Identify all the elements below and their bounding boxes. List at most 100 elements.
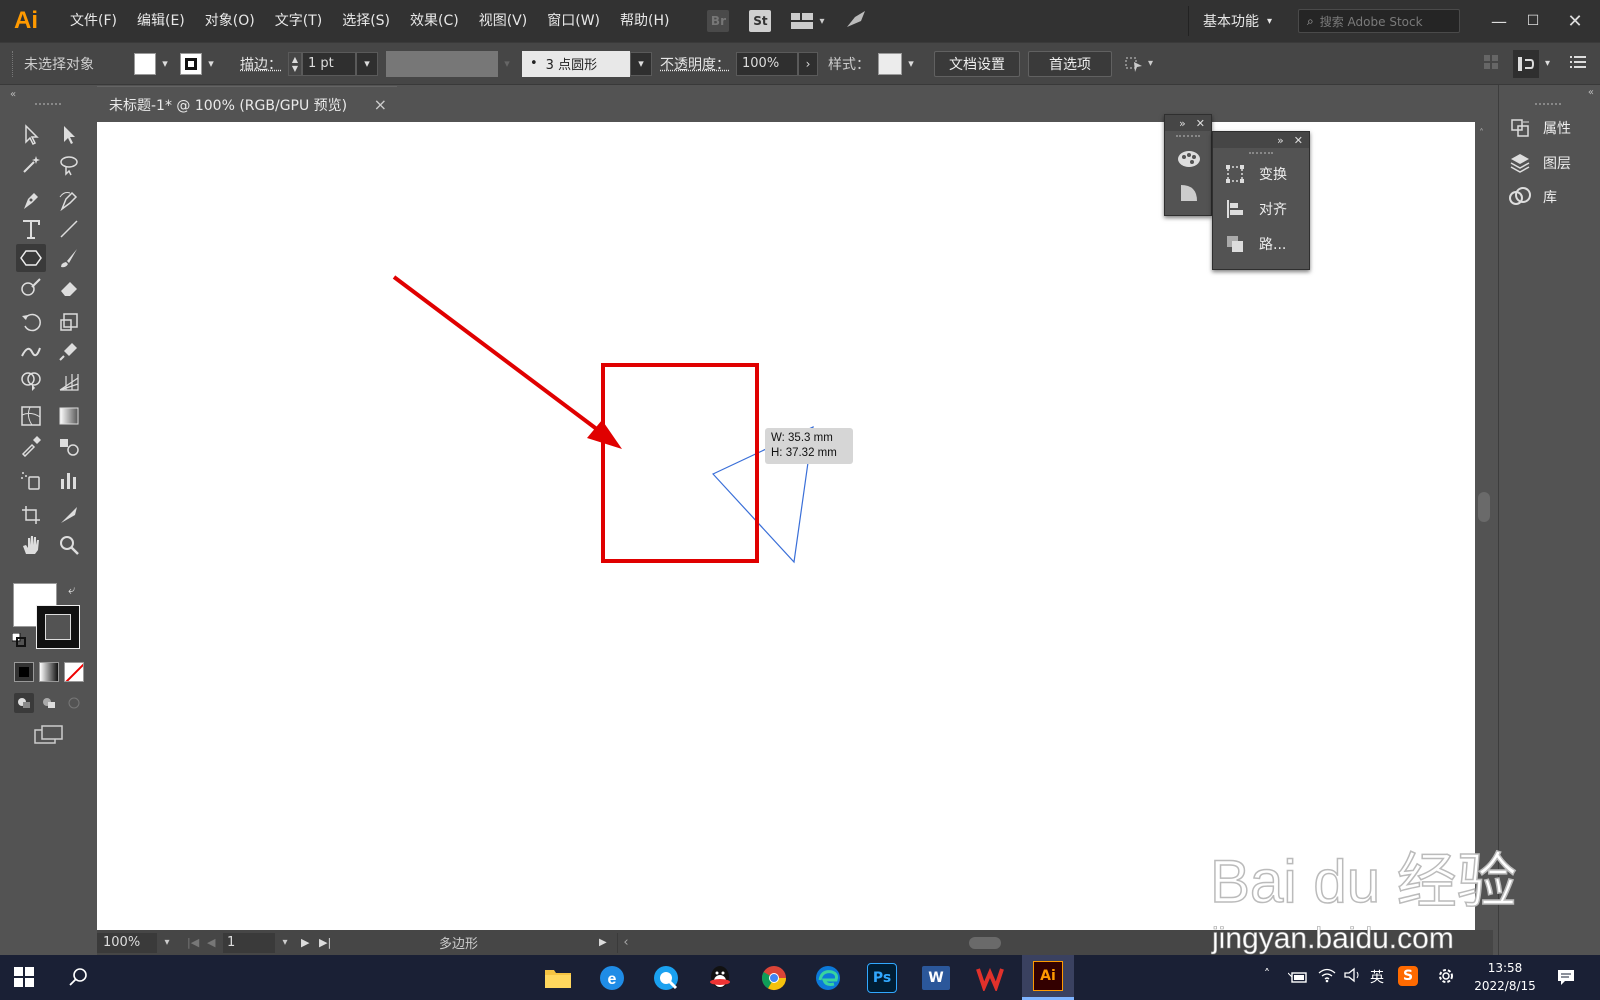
- photoshop-icon[interactable]: Ps: [867, 963, 897, 993]
- profile-dropdown[interactable]: ▾: [498, 52, 516, 76]
- eraser-tool-icon[interactable]: [54, 274, 84, 302]
- graphic-style-swatch[interactable]: [878, 52, 902, 75]
- qq-icon[interactable]: [702, 960, 738, 996]
- grip-handle[interactable]: [12, 50, 14, 77]
- scroll-left-icon[interactable]: ‹: [618, 935, 634, 950]
- properties-panel-button[interactable]: 属性: [1507, 117, 1571, 139]
- current-tool-status[interactable]: 多边形: [439, 933, 599, 952]
- menu-help[interactable]: 帮助(H): [610, 0, 679, 42]
- polygon-tool-icon[interactable]: [16, 244, 46, 272]
- ie-browser-icon[interactable]: e: [594, 960, 630, 996]
- default-fill-stroke-icon[interactable]: [11, 632, 26, 651]
- search-icon[interactable]: [68, 967, 88, 991]
- workspace-switcher[interactable]: 基本功能 ▾: [1203, 11, 1272, 31]
- expand-icon[interactable]: »: [1277, 134, 1284, 147]
- menu-window[interactable]: 窗口(W): [537, 0, 610, 42]
- stock-icon[interactable]: St: [749, 10, 772, 32]
- close-tab-icon[interactable]: ×: [374, 95, 387, 114]
- last-artboard-icon[interactable]: ▶|: [319, 936, 339, 949]
- panel-toggle-dropdown[interactable]: ▾: [1545, 58, 1550, 69]
- lasso-tool-icon[interactable]: [54, 151, 84, 179]
- rotate-tool-icon[interactable]: [16, 308, 46, 336]
- hand-tool-icon[interactable]: [16, 531, 46, 559]
- stroke-color-icon[interactable]: [36, 605, 80, 649]
- menu-object[interactable]: 对象(O): [195, 0, 265, 42]
- chrome-icon[interactable]: [756, 960, 792, 996]
- notification-center-icon[interactable]: [1556, 967, 1576, 991]
- document-setup-button[interactable]: 文档设置: [934, 50, 1020, 77]
- stock-search-input[interactable]: ⌕ 搜索 Adobe Stock: [1298, 9, 1460, 33]
- menu-effect[interactable]: 效果(C): [400, 0, 469, 42]
- menu-view[interactable]: 视图(V): [469, 0, 538, 42]
- vertical-scrollbar[interactable]: ˄: [1475, 122, 1493, 930]
- stroke-dropdown[interactable]: ▾: [202, 52, 220, 76]
- input-method-indicator[interactable]: 英: [1370, 967, 1384, 987]
- color-mode-icon[interactable]: [14, 662, 34, 682]
- pathfinder-panel-button[interactable]: 路...: [1225, 234, 1286, 254]
- brush-dropdown[interactable]: ▾: [630, 51, 652, 76]
- draw-behind-icon[interactable]: [39, 693, 59, 713]
- gpu-performance-icon[interactable]: [845, 9, 867, 33]
- slice-tool-icon[interactable]: [54, 501, 84, 529]
- fill-dropdown[interactable]: ▾: [156, 52, 174, 76]
- shape-builder-tool-icon[interactable]: [16, 367, 46, 395]
- next-artboard-icon[interactable]: ▶: [301, 936, 319, 949]
- scale-tool-icon[interactable]: [54, 308, 84, 336]
- maximize-button[interactable]: ☐: [1516, 13, 1550, 29]
- brush-definition[interactable]: • 3 点圆形: [522, 50, 630, 77]
- artboard-number-input[interactable]: 1: [223, 932, 275, 953]
- fill-swatch[interactable]: [134, 52, 156, 75]
- start-button[interactable]: [14, 967, 34, 991]
- menu-file[interactable]: 文件(F): [60, 0, 127, 42]
- gradient-tool-icon[interactable]: [54, 402, 84, 430]
- transform-panel-button[interactable]: 变换: [1225, 164, 1287, 184]
- toolbar-grip[interactable]: [35, 103, 61, 105]
- expand-panels-icon[interactable]: «: [1588, 87, 1594, 98]
- close-panel-icon[interactable]: ✕: [1196, 117, 1205, 130]
- screen-mode-icon[interactable]: [34, 725, 64, 749]
- minimize-button[interactable]: —: [1482, 12, 1516, 31]
- zoom-level-input[interactable]: 100%: [97, 932, 157, 953]
- select-similar-icon[interactable]: ▾: [1124, 54, 1153, 74]
- artboard-dropdown[interactable]: ▾: [275, 937, 295, 948]
- panel-group-header[interactable]: » ✕: [1213, 132, 1309, 148]
- column-graph-tool-icon[interactable]: [54, 466, 84, 494]
- panel-toggle-icon[interactable]: [1512, 49, 1539, 78]
- puppet-warp-tool-icon[interactable]: [54, 337, 84, 365]
- qq-browser-icon[interactable]: [648, 960, 684, 996]
- expand-icon[interactable]: »: [1179, 117, 1186, 130]
- layers-panel-button[interactable]: 图层: [1507, 152, 1571, 174]
- libraries-panel-button[interactable]: 库: [1507, 186, 1557, 208]
- first-artboard-icon[interactable]: |◀: [187, 936, 207, 949]
- paintbrush-tool-icon[interactable]: [54, 244, 84, 272]
- word-icon[interactable]: W: [918, 960, 954, 996]
- perspective-grid-tool-icon[interactable]: [54, 367, 84, 395]
- clock[interactable]: 13:58 2022/8/15: [1470, 959, 1540, 995]
- stroke-swatch[interactable]: [180, 52, 202, 75]
- wps-icon[interactable]: [972, 960, 1008, 996]
- menu-edit[interactable]: 编辑(E): [127, 0, 195, 42]
- direct-selection-tool-icon[interactable]: [54, 121, 84, 149]
- pen-tool-icon[interactable]: [16, 186, 46, 214]
- status-menu-arrow-icon[interactable]: ▶: [599, 937, 617, 948]
- shaper-tool-icon[interactable]: [16, 274, 46, 302]
- symbol-sprayer-tool-icon[interactable]: [16, 466, 46, 494]
- collapse-toolbar-icon[interactable]: «: [10, 89, 16, 100]
- swap-fill-stroke-icon[interactable]: ⤶: [68, 583, 75, 598]
- align-grid-icon[interactable]: [1483, 54, 1503, 74]
- type-tool-icon[interactable]: [16, 215, 46, 243]
- scroll-up-icon[interactable]: ˄: [1479, 128, 1484, 139]
- magic-wand-tool-icon[interactable]: [16, 151, 46, 179]
- gradient-mode-icon[interactable]: [39, 662, 59, 682]
- dock-grip[interactable]: [1535, 103, 1561, 105]
- sogou-input-icon[interactable]: S: [1398, 966, 1418, 986]
- draw-normal-icon[interactable]: [14, 693, 34, 713]
- battery-icon[interactable]: [1287, 969, 1308, 988]
- wifi-icon[interactable]: [1318, 967, 1336, 987]
- file-explorer-icon[interactable]: [540, 960, 576, 996]
- eyedropper-tool-icon[interactable]: [16, 432, 46, 460]
- stroke-weight-dropdown[interactable]: ▾: [356, 51, 378, 76]
- none-mode-icon[interactable]: [64, 662, 84, 682]
- previous-artboard-icon[interactable]: ◀: [207, 936, 223, 949]
- variable-width-profile[interactable]: [386, 50, 498, 77]
